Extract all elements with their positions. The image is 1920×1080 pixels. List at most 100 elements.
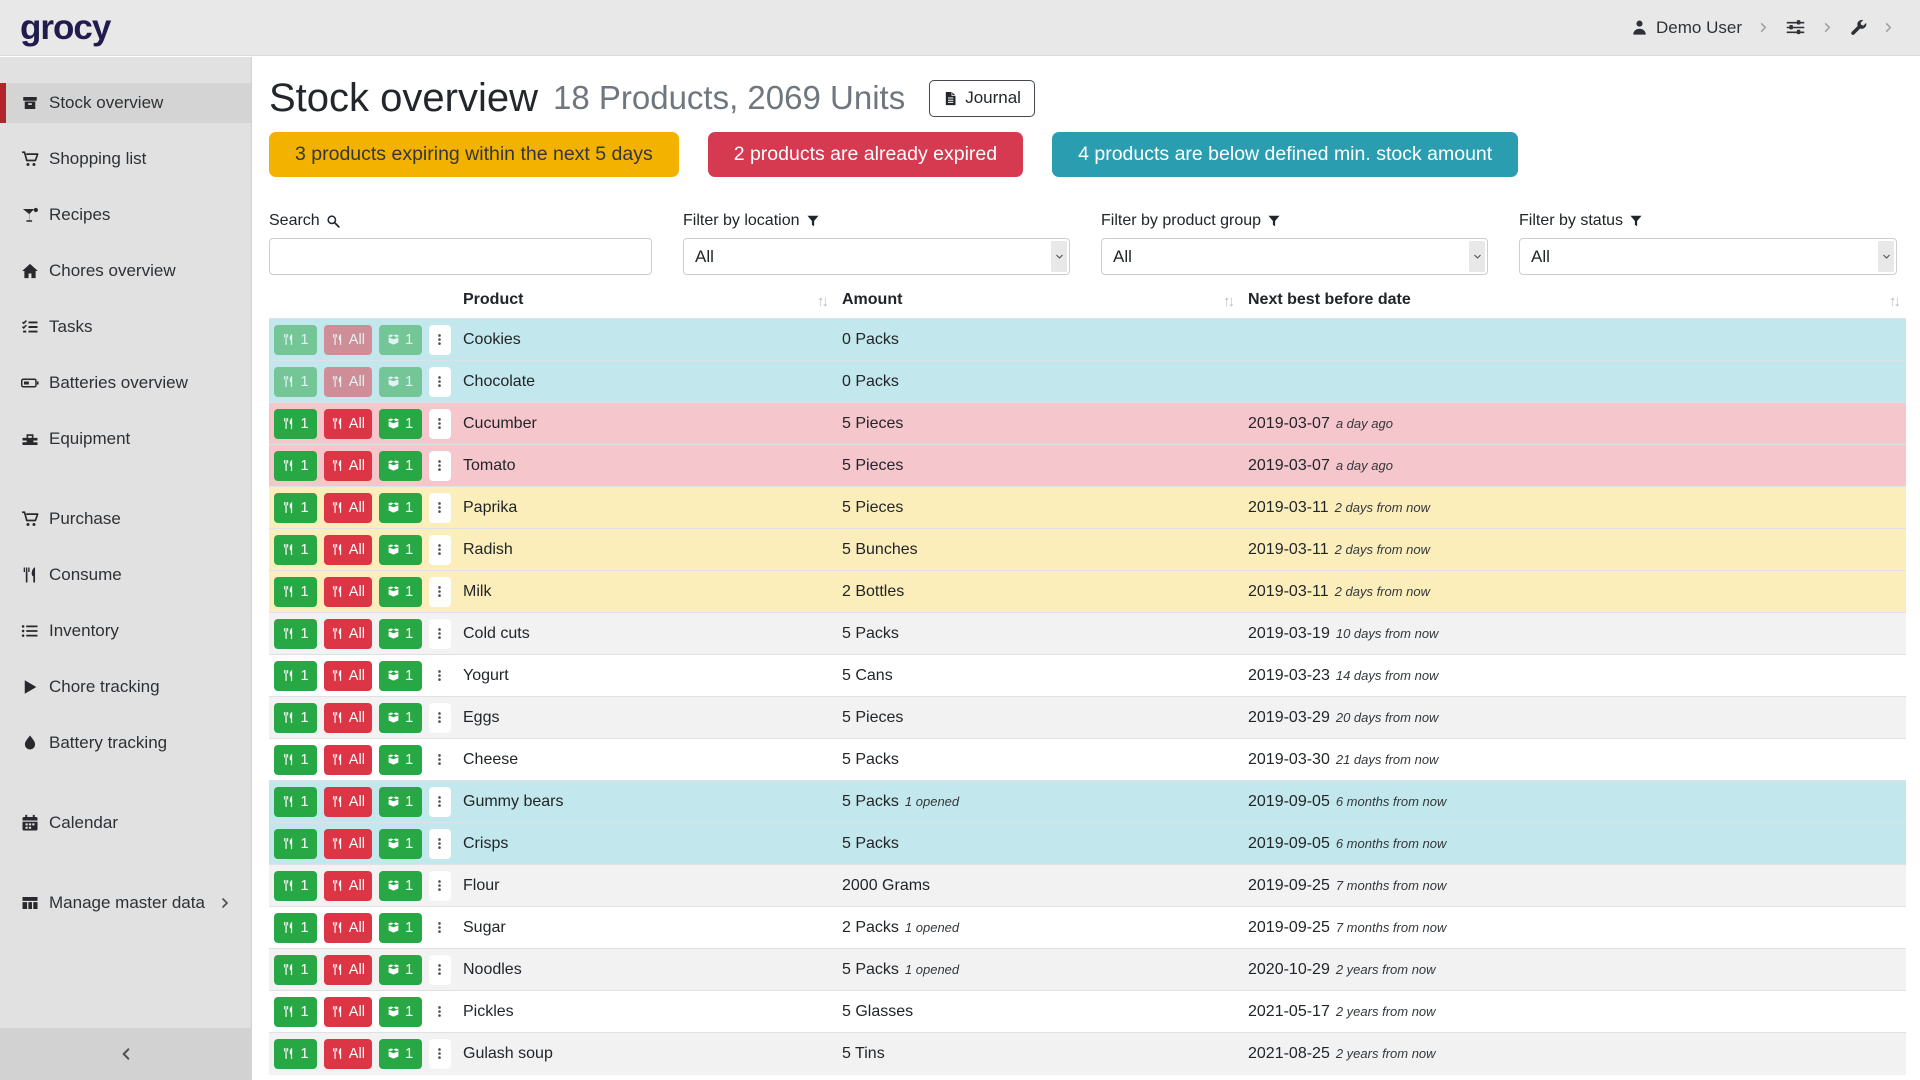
- consume-all-button[interactable]: All: [324, 451, 372, 481]
- consume-all-button[interactable]: All: [324, 577, 372, 607]
- row-menu-button[interactable]: [429, 997, 451, 1027]
- consume-all-button[interactable]: All: [324, 409, 372, 439]
- open-one-button[interactable]: 1: [379, 661, 422, 691]
- consume-one-button[interactable]: 1: [274, 493, 317, 523]
- consume-all-button[interactable]: All: [324, 661, 372, 691]
- open-one-button[interactable]: 1: [379, 703, 422, 733]
- consume-all-button[interactable]: All: [324, 1039, 372, 1069]
- search-input[interactable]: [269, 238, 652, 275]
- consume-one-button[interactable]: 1: [274, 535, 317, 565]
- sidebar-item[interactable]: Tasks: [0, 307, 251, 347]
- consume-one-button[interactable]: 1: [274, 703, 317, 733]
- row-menu-button[interactable]: [429, 577, 451, 607]
- consume-one-button[interactable]: 1: [274, 871, 317, 901]
- row-menu-button[interactable]: [429, 871, 451, 901]
- sidebar-item[interactable]: Battery tracking: [0, 723, 251, 763]
- product-column-header[interactable]: Product ↑↓: [455, 284, 834, 319]
- app-logo[interactable]: grocy: [20, 8, 110, 48]
- date-column-header[interactable]: Next best before date ↑↓: [1240, 284, 1906, 319]
- consume-all-button[interactable]: All: [324, 955, 372, 985]
- open-one-button[interactable]: 1: [379, 619, 422, 649]
- sidebar-item[interactable]: Chores overview: [0, 251, 251, 291]
- row-menu-button[interactable]: [429, 451, 451, 481]
- consume-all-button[interactable]: All: [324, 913, 372, 943]
- sidebar-item[interactable]: Purchase: [0, 499, 251, 539]
- status-banner[interactable]: 3 products expiring within the next 5 da…: [269, 132, 679, 177]
- consume-one-button[interactable]: 1: [274, 409, 317, 439]
- consume-all-button[interactable]: All: [324, 367, 372, 397]
- sort-icon[interactable]: ↑↓: [817, 293, 826, 310]
- row-menu-button[interactable]: [429, 787, 451, 817]
- open-one-button[interactable]: 1: [379, 787, 422, 817]
- row-menu-button[interactable]: [429, 913, 451, 943]
- row-menu-button[interactable]: [429, 745, 451, 775]
- open-one-button[interactable]: 1: [379, 577, 422, 607]
- row-menu-button[interactable]: [429, 619, 451, 649]
- filter-select[interactable]: All: [683, 238, 1070, 275]
- consume-all-button[interactable]: All: [324, 787, 372, 817]
- amount-column-header[interactable]: Amount ↑↓: [834, 284, 1240, 319]
- user-menu[interactable]: Demo User: [1631, 18, 1742, 38]
- open-one-button[interactable]: 1: [379, 955, 422, 985]
- admin-menu[interactable]: [1849, 19, 1867, 37]
- sidebar-item[interactable]: Shopping list: [0, 139, 251, 179]
- sidebar-item[interactable]: Calendar: [0, 803, 251, 843]
- row-menu-button[interactable]: [429, 703, 451, 733]
- consume-all-button[interactable]: All: [324, 745, 372, 775]
- consume-one-button[interactable]: 1: [274, 913, 317, 943]
- sidebar-item[interactable]: Inventory: [0, 611, 251, 651]
- open-one-button[interactable]: 1: [379, 367, 422, 397]
- settings-menu[interactable]: [1785, 17, 1806, 38]
- consume-one-button[interactable]: 1: [274, 997, 317, 1027]
- consume-one-button[interactable]: 1: [274, 619, 317, 649]
- consume-one-button[interactable]: 1: [274, 577, 317, 607]
- open-one-button[interactable]: 1: [379, 325, 422, 355]
- row-menu-button[interactable]: [429, 535, 451, 565]
- consume-all-button[interactable]: All: [324, 871, 372, 901]
- sidebar-collapse-button[interactable]: [0, 1028, 251, 1080]
- consume-one-button[interactable]: 1: [274, 451, 317, 481]
- row-menu-button[interactable]: [429, 829, 451, 859]
- consume-one-button[interactable]: 1: [274, 829, 317, 859]
- open-one-button[interactable]: 1: [379, 493, 422, 523]
- sidebar-item[interactable]: Manage master data: [0, 883, 251, 923]
- open-one-button[interactable]: 1: [379, 829, 422, 859]
- row-menu-button[interactable]: [429, 955, 451, 985]
- status-banner[interactable]: 2 products are already expired: [708, 132, 1023, 177]
- sidebar-item[interactable]: Recipes: [0, 195, 251, 235]
- open-one-button[interactable]: 1: [379, 871, 422, 901]
- row-menu-button[interactable]: [429, 409, 451, 439]
- consume-all-button[interactable]: All: [324, 493, 372, 523]
- consume-one-button[interactable]: 1: [274, 745, 317, 775]
- status-banner[interactable]: 4 products are below defined min. stock …: [1052, 132, 1518, 177]
- open-one-button[interactable]: 1: [379, 997, 422, 1027]
- consume-all-button[interactable]: All: [324, 325, 372, 355]
- consume-all-button[interactable]: All: [324, 997, 372, 1027]
- consume-one-button[interactable]: 1: [274, 367, 317, 397]
- consume-one-button[interactable]: 1: [274, 787, 317, 817]
- journal-button[interactable]: Journal: [929, 80, 1035, 117]
- consume-one-button[interactable]: 1: [274, 661, 317, 691]
- open-one-button[interactable]: 1: [379, 1039, 422, 1069]
- open-one-button[interactable]: 1: [379, 535, 422, 565]
- consume-one-button[interactable]: 1: [274, 955, 317, 985]
- sort-icon[interactable]: ↑↓: [1889, 293, 1898, 310]
- open-one-button[interactable]: 1: [379, 913, 422, 943]
- row-menu-button[interactable]: [429, 325, 451, 355]
- row-menu-button[interactable]: [429, 1039, 451, 1069]
- row-menu-button[interactable]: [429, 493, 451, 523]
- row-menu-button[interactable]: [429, 661, 451, 691]
- sort-icon[interactable]: ↑↓: [1223, 293, 1232, 310]
- sidebar-item[interactable]: Batteries overview: [0, 363, 251, 403]
- consume-all-button[interactable]: All: [324, 535, 372, 565]
- open-one-button[interactable]: 1: [379, 745, 422, 775]
- sidebar-item[interactable]: Chore tracking: [0, 667, 251, 707]
- sidebar-item[interactable]: Equipment: [0, 419, 251, 459]
- filter-select[interactable]: All: [1519, 238, 1897, 275]
- consume-all-button[interactable]: All: [324, 703, 372, 733]
- row-menu-button[interactable]: [429, 367, 451, 397]
- sidebar-item[interactable]: Consume: [0, 555, 251, 595]
- filter-select[interactable]: All: [1101, 238, 1488, 275]
- consume-all-button[interactable]: All: [324, 619, 372, 649]
- consume-all-button[interactable]: All: [324, 829, 372, 859]
